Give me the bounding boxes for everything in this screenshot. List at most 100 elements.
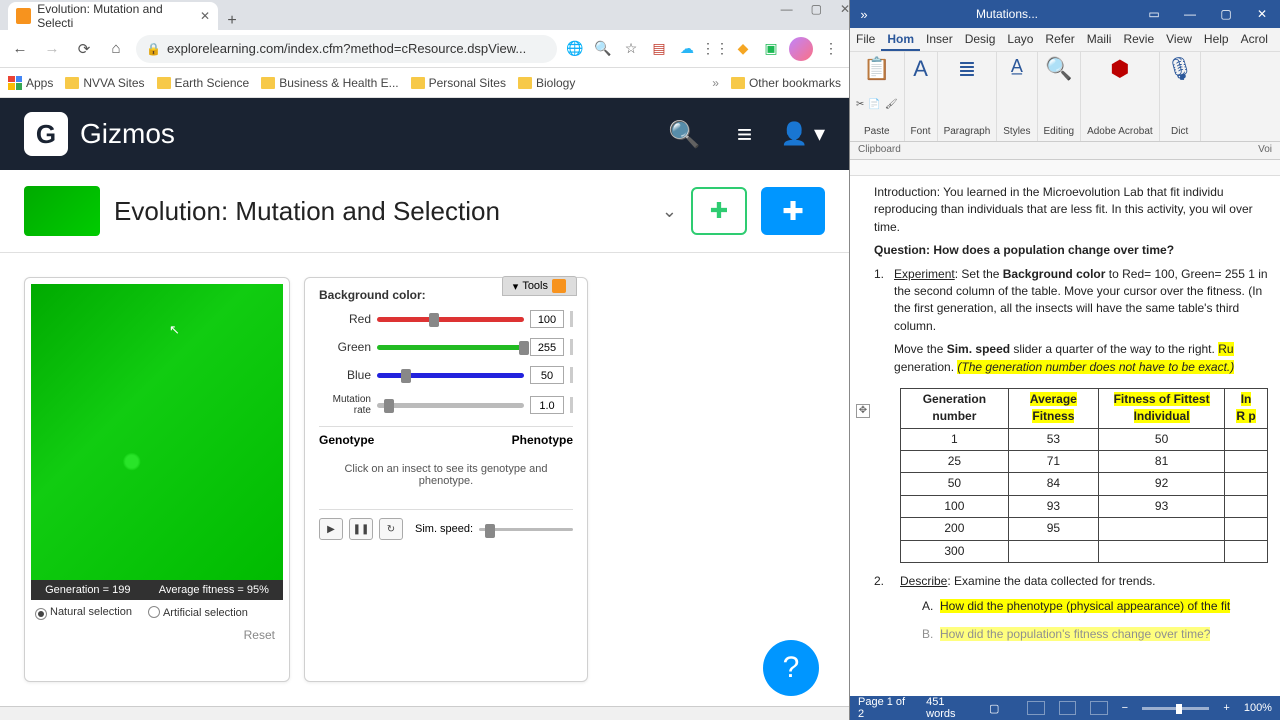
- ribbon-styles[interactable]: A̲Styles: [997, 52, 1037, 141]
- ribbon-font[interactable]: AFont: [905, 52, 938, 141]
- gizmo-body: ↖ Generation = 199 Average fitness = 95%…: [0, 253, 849, 706]
- reset-button[interactable]: Reset: [31, 626, 283, 644]
- rewind-button[interactable]: ↻: [379, 518, 403, 540]
- ribbon-acrobat[interactable]: ⬢Adobe Acrobat: [1081, 52, 1160, 141]
- word-menu: File Hom Inser Desig Layo Refer Maili Re…: [850, 28, 1280, 52]
- menu-mailings[interactable]: Maili: [1081, 28, 1118, 51]
- simulation-canvas[interactable]: ↖: [31, 284, 283, 580]
- expand-ribbon-icon[interactable]: »: [850, 7, 878, 22]
- word-count[interactable]: 451 words: [926, 696, 975, 720]
- bookmarks-overflow-icon[interactable]: »: [712, 76, 719, 90]
- blue-value[interactable]: 50: [530, 366, 564, 384]
- read-mode-icon[interactable]: [1027, 701, 1044, 715]
- url-text: explorelearning.com/index.cfm?method=cRe…: [167, 41, 526, 56]
- profile-avatar[interactable]: [789, 37, 813, 61]
- address-bar[interactable]: 🔒 explorelearning.com/index.cfm?method=c…: [136, 35, 557, 63]
- natural-selection-radio[interactable]: Natural selection: [35, 606, 132, 620]
- user-menu[interactable]: 👤 ▾: [780, 121, 825, 147]
- zoom-slider[interactable]: [1142, 707, 1209, 710]
- hamburger-icon[interactable]: ≡: [720, 119, 768, 150]
- print-layout-icon[interactable]: [1059, 701, 1076, 715]
- star-icon[interactable]: ☆: [621, 39, 641, 59]
- home-button[interactable]: ⌂: [104, 37, 128, 61]
- table-move-handle[interactable]: ✥: [856, 404, 870, 418]
- red-value[interactable]: 100: [530, 310, 564, 328]
- document-body[interactable]: Introduction: You learned in the Microev…: [850, 176, 1280, 696]
- play-button[interactable]: ▶: [319, 518, 343, 540]
- word-titlebar: » Mutations... ▭ — ▢ ✕: [850, 0, 1280, 28]
- ruler[interactable]: [850, 160, 1280, 176]
- word-close-icon[interactable]: ✕: [1244, 7, 1280, 21]
- menu-file[interactable]: File: [850, 28, 881, 51]
- horizontal-scrollbar[interactable]: [0, 706, 849, 720]
- puzzle-ext-icon[interactable]: ⋮⋮: [705, 39, 725, 59]
- bookmarks-bar: Apps NVVA Sites Earth Science Business &…: [0, 68, 849, 98]
- mutation-slider[interactable]: [377, 403, 524, 408]
- menu-acrobat[interactable]: Acrol: [1235, 28, 1274, 51]
- ribbon-dictate[interactable]: 🎙Dict: [1160, 52, 1201, 141]
- menu-help[interactable]: Help: [1198, 28, 1235, 51]
- maximize-icon[interactable]: ▢: [811, 2, 822, 16]
- tools-tab[interactable]: ▾ Tools: [502, 276, 577, 296]
- new-tab-button[interactable]: +: [218, 12, 246, 30]
- zoom-icon[interactable]: 🔍: [593, 39, 613, 59]
- search-icon[interactable]: 🔍: [660, 119, 708, 150]
- close-icon[interactable]: ✕: [840, 2, 850, 16]
- step-2: 2. Describe: Examine the data collected …: [874, 573, 1268, 643]
- ext2-icon[interactable]: ▣: [761, 39, 781, 59]
- green-slider[interactable]: [377, 345, 524, 350]
- menu-home[interactable]: Hom: [881, 28, 920, 51]
- selection-mode: Natural selection Artificial selection: [31, 600, 283, 626]
- red-slider[interactable]: [377, 317, 524, 322]
- sim-status-bar: Generation = 199 Average fitness = 95%: [31, 580, 283, 600]
- help-button[interactable]: ?: [763, 640, 819, 696]
- word-maximize-icon[interactable]: ▢: [1208, 7, 1244, 21]
- speed-slider[interactable]: [479, 528, 573, 531]
- ribbon-editing[interactable]: 🔍Editing: [1038, 52, 1082, 141]
- green-value[interactable]: 255: [530, 338, 564, 356]
- add-class-button[interactable]: ✚: [761, 187, 825, 235]
- proofing-icon[interactable]: ▢: [989, 702, 999, 715]
- reload-button[interactable]: ⟳: [72, 37, 96, 61]
- data-table[interactable]: Generation number Average Fitness Fitnes…: [900, 388, 1268, 563]
- menu-insert[interactable]: Inser: [920, 28, 959, 51]
- zoom-level[interactable]: 100%: [1244, 702, 1272, 714]
- lock-icon: 🔒: [146, 42, 161, 56]
- mutation-value[interactable]: 1.0: [530, 396, 564, 414]
- bookmark-folder[interactable]: NVVA Sites: [65, 76, 144, 90]
- other-bookmarks[interactable]: Other bookmarks: [731, 76, 841, 90]
- pdf-ext-icon[interactable]: ▤: [649, 39, 669, 59]
- word-minimize-icon[interactable]: —: [1172, 7, 1208, 21]
- cloud-ext-icon[interactable]: ☁: [677, 39, 697, 59]
- add-favorite-button[interactable]: ✚: [691, 187, 747, 235]
- web-layout-icon[interactable]: [1090, 701, 1107, 715]
- menu-layout[interactable]: Layo: [1001, 28, 1039, 51]
- browser-tab[interactable]: Evolution: Mutation and Selecti ✕: [8, 2, 218, 30]
- ribbon-paragraph[interactable]: ≣Paragraph: [938, 52, 998, 141]
- page-indicator[interactable]: Page 1 of 2: [858, 696, 912, 720]
- tab-close-icon[interactable]: ✕: [200, 9, 210, 23]
- bookmark-folder[interactable]: Earth Science: [157, 76, 250, 90]
- question-text: Question: How does a population change o…: [874, 242, 1268, 259]
- bookmark-folder[interactable]: Personal Sites: [411, 76, 506, 90]
- menu-design[interactable]: Desig: [959, 28, 1002, 51]
- menu-review[interactable]: Revie: [1117, 28, 1160, 51]
- back-button[interactable]: ←: [8, 37, 32, 61]
- bookmark-folder[interactable]: Business & Health E...: [261, 76, 398, 90]
- gizmos-logo[interactable]: G: [24, 112, 68, 156]
- ext-icon[interactable]: ◆: [733, 39, 753, 59]
- ribbon-clipboard[interactable]: 📋✂📄🖌Paste: [850, 52, 905, 141]
- bookmark-folder[interactable]: Biology: [518, 76, 575, 90]
- menu-references[interactable]: Refer: [1039, 28, 1080, 51]
- pause-button[interactable]: ❚❚: [349, 518, 373, 540]
- chevron-down-icon[interactable]: ⌄: [662, 201, 677, 222]
- blue-slider[interactable]: [377, 373, 524, 378]
- apps-shortcut[interactable]: Apps: [8, 76, 53, 90]
- forward-button[interactable]: →: [40, 37, 64, 61]
- translate-icon[interactable]: 🌐: [565, 39, 585, 59]
- minimize-icon[interactable]: —: [781, 2, 793, 16]
- kebab-menu-icon[interactable]: ⋮: [821, 39, 841, 59]
- artificial-selection-radio[interactable]: Artificial selection: [148, 606, 248, 620]
- display-mode-icon[interactable]: ▭: [1136, 7, 1172, 21]
- menu-view[interactable]: View: [1160, 28, 1198, 51]
